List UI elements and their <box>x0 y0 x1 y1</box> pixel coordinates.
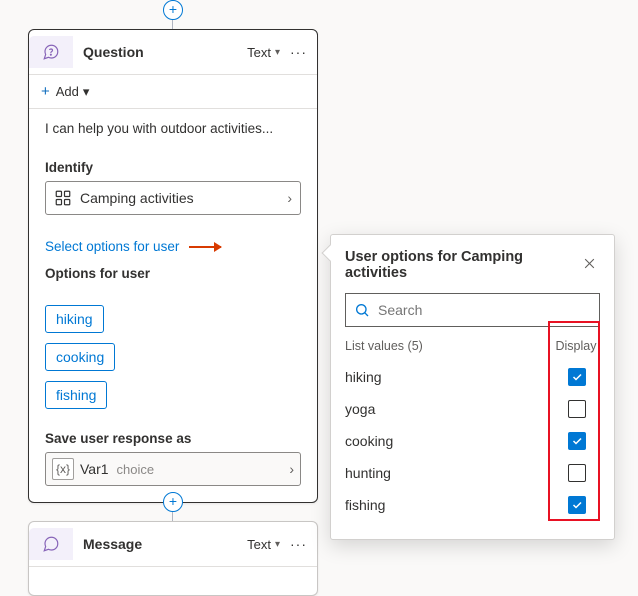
plus-icon: + <box>41 83 50 100</box>
list-row: yoga <box>345 393 600 425</box>
display-checkbox[interactable] <box>568 464 586 482</box>
select-options-link[interactable]: Select options for user <box>29 227 317 258</box>
add-node-button-mid[interactable]: + <box>163 492 183 512</box>
option-chip[interactable]: fishing <box>45 381 107 409</box>
chevron-right-icon: › <box>287 190 292 206</box>
panel-close-button[interactable] <box>579 255 600 276</box>
variable-name: Var1 <box>80 461 109 477</box>
question-type-selector[interactable]: Text <box>247 45 271 60</box>
callout-pointer <box>322 245 339 262</box>
message-node-card[interactable]: Message Text ▾ ··· <box>28 521 318 596</box>
chevron-down-icon: ▾ <box>83 84 90 100</box>
panel-title: User options for Camping activities <box>345 249 579 281</box>
message-more-menu[interactable]: ··· <box>290 536 307 552</box>
chevron-right-icon: › <box>289 461 294 477</box>
message-icon <box>29 528 73 560</box>
search-icon <box>354 302 370 318</box>
add-label: Add <box>56 84 79 99</box>
panel-list-header: List values (5) Display <box>345 339 600 353</box>
option-chip[interactable]: cooking <box>45 343 115 371</box>
message-type-selector[interactable]: Text <box>247 537 271 552</box>
variable-type: choice <box>117 462 290 477</box>
annotation-arrow <box>189 246 221 248</box>
question-title: Question <box>83 44 247 60</box>
display-checkbox[interactable] <box>568 496 586 514</box>
message-title: Message <box>83 536 247 552</box>
variable-picker[interactable]: {x} Var1 choice › <box>45 452 301 486</box>
question-prompt-text[interactable]: I can help you with outdoor activities..… <box>29 109 317 152</box>
panel-row-list: hiking yoga cooking hunting fishing <box>345 361 600 521</box>
add-node-button-top[interactable]: + <box>163 0 183 20</box>
question-more-menu[interactable]: ··· <box>290 44 307 60</box>
variable-icon: {x} <box>52 458 74 480</box>
chevron-down-icon[interactable]: ▾ <box>275 539 280 550</box>
display-column-header: Display <box>552 339 600 353</box>
chevron-down-icon[interactable]: ▾ <box>275 47 280 58</box>
question-card-header: Question Text ▾ ··· <box>29 30 317 75</box>
list-row: hunting <box>345 457 600 489</box>
list-row: fishing <box>345 489 600 521</box>
add-content-button[interactable]: + Add ▾ <box>29 75 317 109</box>
list-row-name: hunting <box>345 465 554 481</box>
identify-label: Identify <box>45 160 301 175</box>
list-row: cooking <box>345 425 600 457</box>
question-icon <box>29 36 73 68</box>
options-section: Options for user <box>29 266 317 299</box>
user-options-panel: User options for Camping activities List… <box>330 234 615 540</box>
option-chip[interactable]: hiking <box>45 305 104 333</box>
list-values-header: List values (5) <box>345 339 552 353</box>
message-card-header: Message Text ▾ ··· <box>29 522 317 567</box>
identify-entity-picker[interactable]: Camping activities › <box>45 181 301 215</box>
save-response-section: Save user response as {x} Var1 choice › <box>29 415 317 502</box>
option-chip-list: hiking cooking fishing <box>29 299 317 415</box>
display-checkbox[interactable] <box>568 368 586 386</box>
flow-canvas: + Question Text ▾ ··· + Add ▾ I can help… <box>0 0 638 595</box>
panel-search-box[interactable] <box>345 293 600 327</box>
search-input[interactable] <box>376 301 591 319</box>
question-node-card[interactable]: Question Text ▾ ··· + Add ▾ I can help y… <box>28 29 318 503</box>
save-response-label: Save user response as <box>45 431 301 446</box>
options-label: Options for user <box>45 266 301 281</box>
entity-icon <box>54 189 72 207</box>
list-row-name: yoga <box>345 401 554 417</box>
list-row-name: cooking <box>345 433 554 449</box>
display-checkbox[interactable] <box>568 432 586 450</box>
display-checkbox[interactable] <box>568 400 586 418</box>
list-row-name: fishing <box>345 497 554 513</box>
identify-value: Camping activities <box>80 190 287 206</box>
list-row-name: hiking <box>345 369 554 385</box>
identify-section: Identify Camping activities › <box>29 160 317 227</box>
list-row: hiking <box>345 361 600 393</box>
